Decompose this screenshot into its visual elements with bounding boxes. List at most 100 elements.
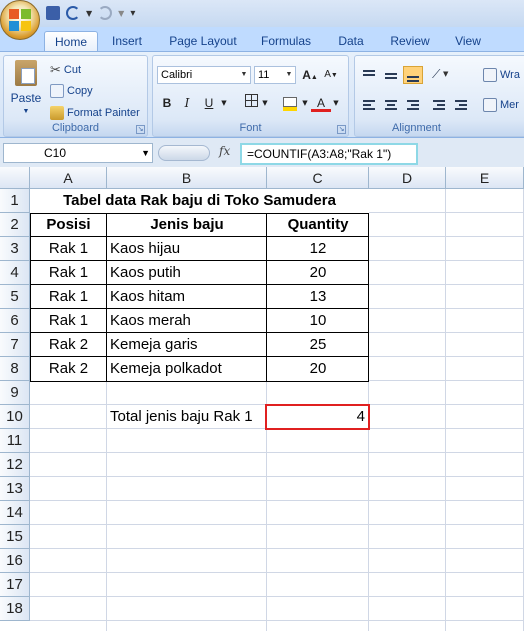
cell-posisi[interactable]: Rak 1 bbox=[30, 261, 107, 285]
font-size-dropdown-icon: ▼ bbox=[285, 71, 293, 78]
save-icon[interactable] bbox=[46, 6, 60, 20]
office-button[interactable] bbox=[0, 0, 40, 40]
cell-quantity[interactable]: 20 bbox=[267, 261, 369, 285]
font-color-button[interactable]: A bbox=[311, 94, 331, 112]
row-header[interactable]: 6 bbox=[0, 309, 30, 333]
font-size-select[interactable]: 11 ▼ bbox=[254, 66, 296, 84]
row-header[interactable]: 1 bbox=[0, 189, 30, 213]
grow-font-button[interactable]: A▲ bbox=[300, 66, 320, 84]
cell-quantity[interactable]: 10 bbox=[267, 309, 369, 333]
tab-review[interactable]: Review bbox=[384, 31, 436, 51]
fill-color-button[interactable] bbox=[280, 94, 300, 112]
wrap-text-button[interactable]: Wra bbox=[483, 68, 520, 82]
select-all-corner[interactable] bbox=[0, 167, 30, 189]
cell-jenis-baju[interactable]: Kaos putih bbox=[110, 261, 267, 285]
clipboard-launcher-icon[interactable]: ↘ bbox=[136, 125, 145, 134]
font-launcher-icon[interactable]: ↘ bbox=[337, 125, 346, 134]
customize-toolbar-icon[interactable]: ▾ bbox=[130, 8, 135, 19]
cell-jenis-baju[interactable]: Kemeja garis bbox=[110, 333, 267, 357]
cell-quantity[interactable]: 13 bbox=[267, 285, 369, 309]
align-center-button[interactable] bbox=[381, 96, 401, 114]
redo-icon[interactable] bbox=[98, 6, 113, 20]
tab-formulas[interactable]: Formulas bbox=[255, 31, 317, 51]
name-box[interactable]: C10 ▼ bbox=[3, 143, 153, 163]
font-group: Calibri ▼ 11 ▼ A▲ A▼ B I U ▼ ▼ ▼ A ▼ Font … bbox=[152, 55, 349, 137]
cell-jenis-baju[interactable]: Kemeja polkadot bbox=[110, 357, 267, 381]
row-header[interactable]: 11 bbox=[0, 429, 30, 453]
row-header[interactable]: 8 bbox=[0, 357, 30, 381]
column-header-b[interactable]: B bbox=[107, 167, 267, 189]
tab-home[interactable]: Home bbox=[44, 31, 98, 51]
column-header-a[interactable]: A bbox=[30, 167, 107, 189]
undo-dropdown-icon[interactable]: ▼ bbox=[86, 9, 92, 18]
insert-function-icon[interactable]: fx bbox=[219, 144, 239, 162]
bottom-align-button[interactable] bbox=[403, 66, 423, 84]
worksheet-grid[interactable]: A B C D E 1 2 3 4 5 6 7 8 9 10 11 12 13 … bbox=[0, 167, 524, 631]
row-header[interactable]: 4 bbox=[0, 261, 30, 285]
row-header[interactable]: 16 bbox=[0, 549, 30, 573]
cut-button[interactable]: ✂ Cut bbox=[50, 62, 81, 78]
redo-dropdown-icon[interactable]: ▼ bbox=[118, 9, 124, 18]
font-name-select[interactable]: Calibri ▼ bbox=[157, 66, 251, 84]
cell-jenis-baju[interactable]: Kaos merah bbox=[110, 309, 267, 333]
orientation-button[interactable]: ⟋ ▼ bbox=[429, 66, 449, 84]
formula-bar-splitter[interactable] bbox=[158, 145, 210, 161]
column-header-c[interactable]: C bbox=[267, 167, 369, 189]
row-header[interactable]: 5 bbox=[0, 285, 30, 309]
row-header[interactable]: 3 bbox=[0, 237, 30, 261]
undo-icon[interactable] bbox=[66, 6, 80, 20]
borders-dropdown-icon[interactable]: ▼ bbox=[260, 94, 270, 112]
borders-button[interactable] bbox=[241, 94, 261, 112]
row-header[interactable]: 14 bbox=[0, 501, 30, 525]
cell-posisi[interactable]: Rak 2 bbox=[30, 357, 107, 381]
tab-view[interactable]: View bbox=[448, 31, 488, 51]
row-header[interactable]: 12 bbox=[0, 453, 30, 477]
row-header[interactable]: 13 bbox=[0, 477, 30, 501]
shrink-font-button[interactable]: A▼ bbox=[321, 66, 341, 84]
align-right-button[interactable] bbox=[403, 96, 423, 114]
header-quantity[interactable]: Quantity bbox=[267, 213, 369, 237]
merge-center-button[interactable]: Mer bbox=[483, 98, 519, 112]
cell-quantity[interactable]: 12 bbox=[267, 237, 369, 261]
tab-insert[interactable]: Insert bbox=[104, 31, 150, 51]
header-jenis-baju[interactable]: Jenis baju bbox=[107, 213, 267, 237]
align-left-button[interactable] bbox=[359, 96, 379, 114]
format-painter-button[interactable]: Format Painter bbox=[50, 106, 140, 120]
row-header[interactable]: 17 bbox=[0, 573, 30, 597]
font-color-dropdown-icon[interactable]: ▼ bbox=[331, 94, 341, 112]
row-header[interactable]: 15 bbox=[0, 525, 30, 549]
cell-posisi[interactable]: Rak 1 bbox=[30, 237, 107, 261]
increase-indent-button[interactable] bbox=[451, 96, 471, 114]
cell-quantity[interactable]: 25 bbox=[267, 333, 369, 357]
italic-button[interactable]: I bbox=[177, 94, 197, 112]
row-header[interactable]: 2 bbox=[0, 213, 30, 237]
tab-data[interactable]: Data bbox=[331, 31, 371, 51]
column-header-e[interactable]: E bbox=[446, 167, 524, 189]
table-title[interactable]: Tabel data Rak baju di Toko Samudera bbox=[30, 189, 369, 213]
row-header[interactable]: 10 bbox=[0, 405, 30, 429]
formula-input[interactable]: =COUNTIF(A3:A8;"Rak 1") bbox=[240, 143, 418, 165]
decrease-indent-button[interactable] bbox=[429, 96, 449, 114]
copy-button[interactable]: Copy bbox=[50, 84, 93, 98]
paste-button[interactable]: Paste ▼ bbox=[8, 60, 44, 115]
fill-color-dropdown-icon[interactable]: ▼ bbox=[300, 94, 310, 112]
column-header-d[interactable]: D bbox=[369, 167, 446, 189]
cell-posisi[interactable]: Rak 2 bbox=[30, 333, 107, 357]
name-box-dropdown-icon[interactable]: ▼ bbox=[141, 144, 150, 162]
tab-page-layout[interactable]: Page Layout bbox=[164, 31, 242, 51]
total-label[interactable]: Total jenis baju Rak 1 bbox=[110, 405, 267, 429]
row-header[interactable]: 18 bbox=[0, 597, 30, 621]
cell-quantity[interactable]: 20 bbox=[267, 357, 369, 381]
row-header[interactable]: 7 bbox=[0, 333, 30, 357]
row-header[interactable]: 9 bbox=[0, 381, 30, 405]
cell-posisi[interactable]: Rak 1 bbox=[30, 285, 107, 309]
cell-posisi[interactable]: Rak 1 bbox=[30, 309, 107, 333]
header-posisi[interactable]: Posisi bbox=[30, 213, 107, 237]
top-align-button[interactable] bbox=[359, 66, 379, 84]
middle-align-button[interactable] bbox=[381, 66, 401, 84]
cell-jenis-baju[interactable]: Kaos hitam bbox=[110, 285, 267, 309]
underline-button[interactable]: U bbox=[199, 94, 219, 112]
bold-button[interactable]: B bbox=[157, 94, 177, 112]
cell-jenis-baju[interactable]: Kaos hijau bbox=[110, 237, 267, 261]
underline-dropdown-icon[interactable]: ▼ bbox=[219, 94, 229, 112]
